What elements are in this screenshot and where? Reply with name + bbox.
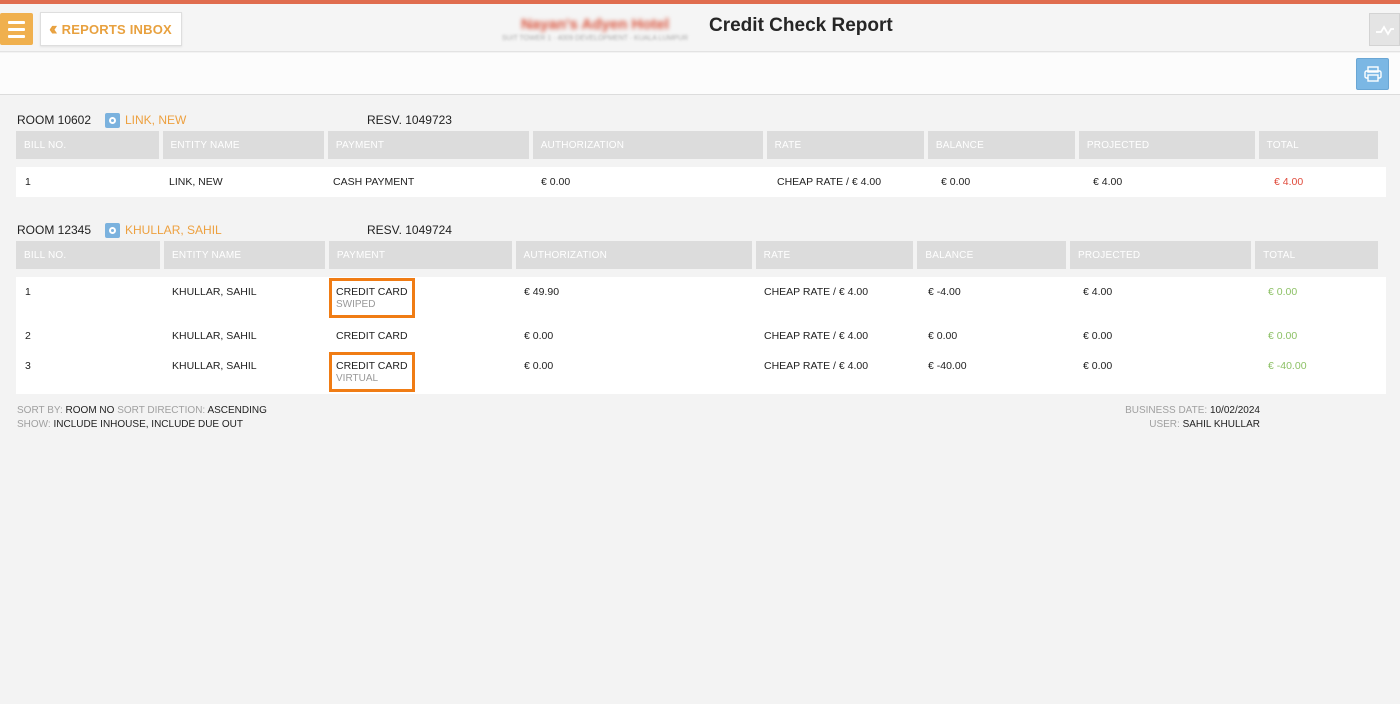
payment-highlight: CREDIT CARD VIRTUAL <box>329 352 415 392</box>
payment: CASH PAYMENT <box>333 176 415 188</box>
bill-no: 1 <box>25 176 31 188</box>
column-header: AUTHORIZATION <box>515 241 752 269</box>
business-date-key: BUSINESS DATE: <box>1125 405 1208 416</box>
column-header: BALANCE <box>927 131 1075 159</box>
column-header: RATE <box>755 241 914 269</box>
column-header: PAYMENT <box>328 241 512 269</box>
hotel-logo: Nayan's Adyen Hotel SUIT TOWER 1 · 4009 … <box>490 10 700 48</box>
report-filters: SORT BY: ROOM NO SORT DIRECTION: ASCENDI… <box>17 404 267 432</box>
column-header: PAYMENT <box>327 131 529 159</box>
show-key: SHOW: <box>17 419 51 430</box>
reservation-number: RESV. 1049723 <box>367 113 452 127</box>
balance: € -40.00 <box>928 360 967 372</box>
column-header: ENTITY NAME <box>162 131 324 159</box>
column-header: BILL NO. <box>16 131 159 159</box>
total: € 0.00 <box>1268 330 1298 342</box>
bill-table-header: BILL NO. ENTITY NAME PAYMENT AUTHORIZATI… <box>12 131 1382 159</box>
double-chevron-left-icon: ‹‹ <box>49 18 57 40</box>
rate: CHEAP RATE / € 4.00 <box>777 176 882 188</box>
authorization: € 0.00 <box>524 330 554 342</box>
room-number: ROOM 12345 <box>17 223 92 237</box>
bill-no: 2 <box>25 330 31 342</box>
entity-name: KHULLAR, SAHIL <box>172 286 257 298</box>
entity-name: LINK, NEW <box>169 176 223 188</box>
report-meta: BUSINESS DATE: 10/02/2024 USER: SAHIL KH… <box>1125 404 1260 432</box>
balance: € 0.00 <box>928 330 958 342</box>
authorization: € 49.90 <box>524 286 560 298</box>
rate: CHEAP RATE / € 4.00 <box>764 360 869 372</box>
room-header: ROOM 10602 LINK, NEW RESV. 1049723 <box>17 112 452 128</box>
sort-by-value: ROOM NO <box>65 405 115 416</box>
business-date-value: 10/02/2024 <box>1209 405 1260 416</box>
guest-icon[interactable] <box>105 112 120 128</box>
entity-name: KHULLAR, SAHIL <box>172 360 257 372</box>
projected: € 4.00 <box>1083 286 1113 298</box>
total: € 0.00 <box>1268 286 1298 298</box>
authorization: € 0.00 <box>541 176 571 188</box>
total: € -40.00 <box>1268 360 1307 372</box>
payment-type: VIRTUAL <box>336 373 379 384</box>
payment: CREDIT CARD <box>336 360 408 372</box>
balance: € 0.00 <box>941 176 971 188</box>
graph-icon[interactable] <box>1369 13 1400 46</box>
print-icon[interactable] <box>1356 58 1389 90</box>
reports-inbox-label: REPORTS INBOX <box>61 21 172 37</box>
room-number: ROOM 10602 <box>17 113 92 127</box>
guest-icon[interactable] <box>105 222 120 238</box>
sort-direction-value: ASCENDING <box>207 405 267 416</box>
payment-highlight: CREDIT CARD SWIPED <box>329 278 415 318</box>
column-header: PROJECTED <box>1069 241 1252 269</box>
rate: CHEAP RATE / € 4.00 <box>764 286 869 298</box>
projected: € 0.00 <box>1083 360 1113 372</box>
header-bar: ‹‹ REPORTS INBOX Nayan's Adyen Hotel SUI… <box>0 4 1400 52</box>
projected: € 4.00 <box>1093 176 1123 188</box>
user-value: SAHIL KHULLAR <box>1182 419 1260 430</box>
bill-no: 1 <box>25 286 31 298</box>
rate: CHEAP RATE / € 4.00 <box>764 330 869 342</box>
page-title: Credit Check Report <box>709 15 893 36</box>
column-header: ENTITY NAME <box>163 241 325 269</box>
column-header: RATE <box>766 131 924 159</box>
hamburger-icon[interactable] <box>0 13 33 45</box>
hotel-name: Nayan's Adyen Hotel <box>520 16 670 33</box>
payment: CREDIT CARD <box>336 330 408 342</box>
show-value: INCLUDE INHOUSE, INCLUDE DUE OUT <box>53 419 243 430</box>
guest-name-link[interactable]: KHULLAR, SAHIL <box>125 223 367 237</box>
payment-type: SWIPED <box>336 299 376 310</box>
column-header: TOTAL <box>1255 241 1378 269</box>
reservation-number: RESV. 1049724 <box>367 223 452 237</box>
bill-table-header: BILL NO. ENTITY NAME PAYMENT AUTHORIZATI… <box>12 241 1382 269</box>
entity-name: KHULLAR, SAHIL <box>172 330 257 342</box>
bill-rows: 1 KHULLAR, SAHIL CREDIT CARD SWIPED € 49… <box>16 277 1386 394</box>
report-toolbar <box>0 53 1400 95</box>
hotel-address: SUIT TOWER 1 · 4009 DEVELOPMENT · KUALA … <box>501 35 689 42</box>
guest-name-link[interactable]: LINK, NEW <box>125 113 367 127</box>
bill-no: 3 <box>25 360 31 372</box>
balance: € -4.00 <box>928 286 961 298</box>
reports-inbox-button[interactable]: ‹‹ REPORTS INBOX <box>40 12 182 46</box>
sort-direction-key: SORT DIRECTION: <box>117 405 206 416</box>
column-header: AUTHORIZATION <box>532 131 763 159</box>
user-key: USER: <box>1149 419 1180 430</box>
column-header: BILL NO. <box>16 241 160 269</box>
sort-by-key: SORT BY: <box>17 405 63 416</box>
column-header: TOTAL <box>1258 131 1378 159</box>
total: € 4.00 <box>1274 176 1304 188</box>
projected: € 0.00 <box>1083 330 1113 342</box>
room-header: ROOM 12345 KHULLAR, SAHIL RESV. 1049724 <box>17 222 452 238</box>
bill-rows: 1 LINK, NEW CASH PAYMENT € 0.00 CHEAP RA… <box>16 167 1386 197</box>
column-header: BALANCE <box>917 241 1066 269</box>
column-header: PROJECTED <box>1078 131 1255 159</box>
authorization: € 0.00 <box>524 360 554 372</box>
payment: CREDIT CARD <box>336 286 408 298</box>
